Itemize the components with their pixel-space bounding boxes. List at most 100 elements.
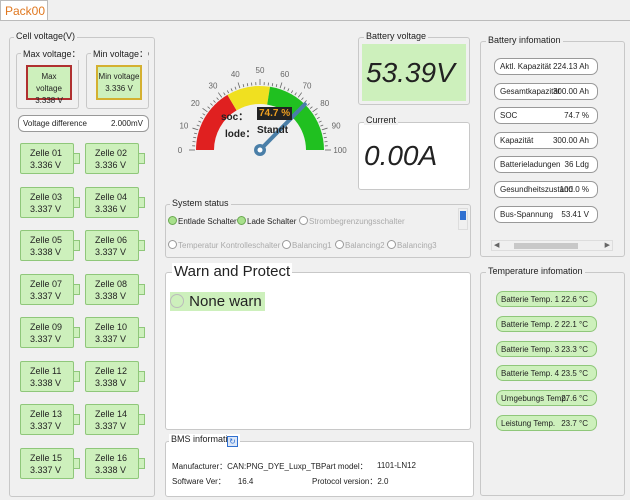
battery-terminal-icon: [74, 370, 80, 382]
scroll-left-icon[interactable]: ◀: [494, 241, 499, 249]
gauge-tick: [242, 84, 245, 88]
gauge-tick: [230, 88, 233, 92]
temperature-row: Batterie Temp. 3 23.3 °C: [496, 340, 597, 357]
gauge-tick: [271, 83, 274, 87]
gauge-tick-label: 90: [332, 121, 341, 130]
cell-indicator: Zelle 09 3.337 V: [20, 317, 80, 348]
battery-terminal-icon: [139, 240, 145, 251]
gauge-tick: [198, 120, 202, 123]
tab-pack00[interactable]: Pack00: [0, 0, 48, 21]
max-voltage-inner-label: Max voltage: [36, 72, 62, 93]
protocol-label: Protocol version：: [312, 477, 378, 486]
warn-protect-title: Warn and Protect: [172, 263, 293, 280]
status-label: Balancing1: [292, 241, 332, 250]
temperature-row: Batterie Temp. 4 23.5 °C: [496, 365, 597, 382]
battery-terminal-icon: [74, 327, 80, 338]
gauge-tick: [246, 83, 249, 87]
battery-info-value: 100.0 %: [559, 185, 589, 194]
gauge-tick: [213, 100, 216, 103]
cell-voltage-value: 3.337 V: [30, 421, 62, 431]
scrollbar-thumb[interactable]: [514, 243, 578, 249]
scrollbar-thumb[interactable]: [460, 211, 466, 220]
gauge-tick: [193, 136, 197, 139]
gauge-tick-label: 50: [256, 66, 265, 75]
gauge-tick: [223, 92, 226, 96]
battery-info-row: SOC 74.7 %: [494, 107, 598, 125]
gauge-tick: [309, 106, 313, 109]
battery-info-label: Batterieladungen: [500, 160, 561, 170]
temperature-label: Umgebungs Temp.: [501, 394, 568, 404]
gauge-tick: [304, 100, 307, 103]
warn-item: None warn: [170, 292, 265, 311]
cell-indicator: Zelle 10 3.337 V: [85, 317, 145, 348]
status-indicator: Lade Schalter: [237, 216, 296, 226]
software-value: 16.4: [237, 477, 254, 486]
part-model-value: 1101-LN12: [377, 461, 416, 470]
bms-protocol: Protocol version：2.0: [312, 476, 388, 487]
gauge-tick-label: 40: [231, 70, 240, 79]
refresh-icon[interactable]: ↻: [227, 436, 238, 447]
gauge-tick: [207, 106, 211, 109]
battery-info-value: 224.13 Ah: [552, 62, 589, 71]
gauge-tick: [287, 88, 290, 92]
battery-terminal-icon: [74, 153, 80, 164]
battery-info-label: Kapazität: [500, 135, 534, 145]
temperature-value: 23.7 °C: [561, 419, 588, 428]
gauge-tick: [307, 103, 310, 106]
cell-name: Zelle 04: [95, 191, 128, 202]
min-voltage-inner-label: Min voltage: [98, 72, 140, 81]
temperature-label: Batterie Temp. 2: [501, 319, 560, 329]
cell-voltage-value: 3.337 V: [95, 421, 127, 431]
gauge-tick-label: 100: [333, 146, 347, 155]
battery-terminal-icon: [139, 196, 145, 208]
gauge-tick: [322, 132, 326, 135]
min-voltage-label: Min voltage：C: [91, 47, 149, 60]
cell-voltage-value: 3.337 V: [30, 290, 62, 301]
system-status-vscrollbar[interactable]: [458, 208, 468, 230]
battery-info-title: Battery infomation: [486, 35, 563, 45]
temperature-row: Leistung Temp. 23.7 °C: [496, 415, 597, 431]
battery-terminal-icon: [139, 414, 145, 425]
status-indicator: Strombegrenzungsschalter: [299, 216, 405, 226]
status-light-icon: [237, 216, 246, 225]
temperature-label: Batterie Temp. 4: [501, 369, 560, 379]
gauge-tick: [318, 120, 322, 123]
battery-voltage-value: 53.39V: [362, 44, 466, 101]
cell-indicator: Zelle 08 3.338 V: [85, 273, 145, 305]
gauge-tick: [202, 113, 206, 116]
bms-software: Software Ver： 16.4: [172, 476, 253, 487]
protocol-value: 2.0: [377, 477, 389, 486]
status-indicator: Entlade Schalter: [168, 216, 237, 226]
cell-indicator: Zelle 13 3.337 V: [20, 404, 80, 435]
battery-info-value: 53.41 V: [561, 209, 589, 219]
battery-terminal-icon: [139, 283, 145, 295]
status-light-icon: [299, 216, 308, 225]
gauge-tick: [294, 92, 297, 96]
gauge-tick-label: 10: [179, 121, 188, 130]
cell-name: Zelle 03: [30, 191, 63, 202]
battery-info-row: Gesundheitszustand 100.0 %: [494, 181, 598, 198]
cell-name: Zelle 16: [95, 452, 128, 463]
gauge-hub-center: [257, 147, 263, 153]
battery-info-value: 74.7 %: [564, 111, 589, 121]
cell-indicator: Zelle 16 3.338 V: [85, 447, 145, 479]
gauge-tick: [217, 92, 223, 98]
cell-name: Zelle 15: [30, 452, 63, 463]
cell-indicator: Zelle 03 3.337 V: [20, 186, 80, 218]
battery-info-row: Batterieladungen 36 Ldg: [494, 156, 598, 174]
battery-info-row: Kapazität 300.00 Ah: [494, 131, 598, 149]
gauge-tick: [320, 124, 324, 127]
scroll-right-icon[interactable]: ▶: [605, 241, 610, 249]
status-indicator: Balancing2: [335, 240, 385, 250]
battery-info-hscrollbar[interactable]: ◀ ▶: [491, 240, 613, 251]
software-label: Software Ver：: [172, 477, 226, 486]
temperature-label: Batterie Temp. 3: [501, 344, 560, 354]
status-light-icon: [282, 240, 291, 249]
status-light-icon: [168, 240, 177, 249]
cell-voltage-value: 3.337 V: [95, 247, 127, 257]
battery-terminal-icon: [74, 457, 80, 469]
cell-name: Zelle 05: [30, 235, 63, 245]
cell-name: Zelle 06: [95, 235, 128, 245]
battery-info-value: 36 Ldg: [564, 160, 589, 170]
soc-value: 74.7 %: [257, 107, 293, 120]
